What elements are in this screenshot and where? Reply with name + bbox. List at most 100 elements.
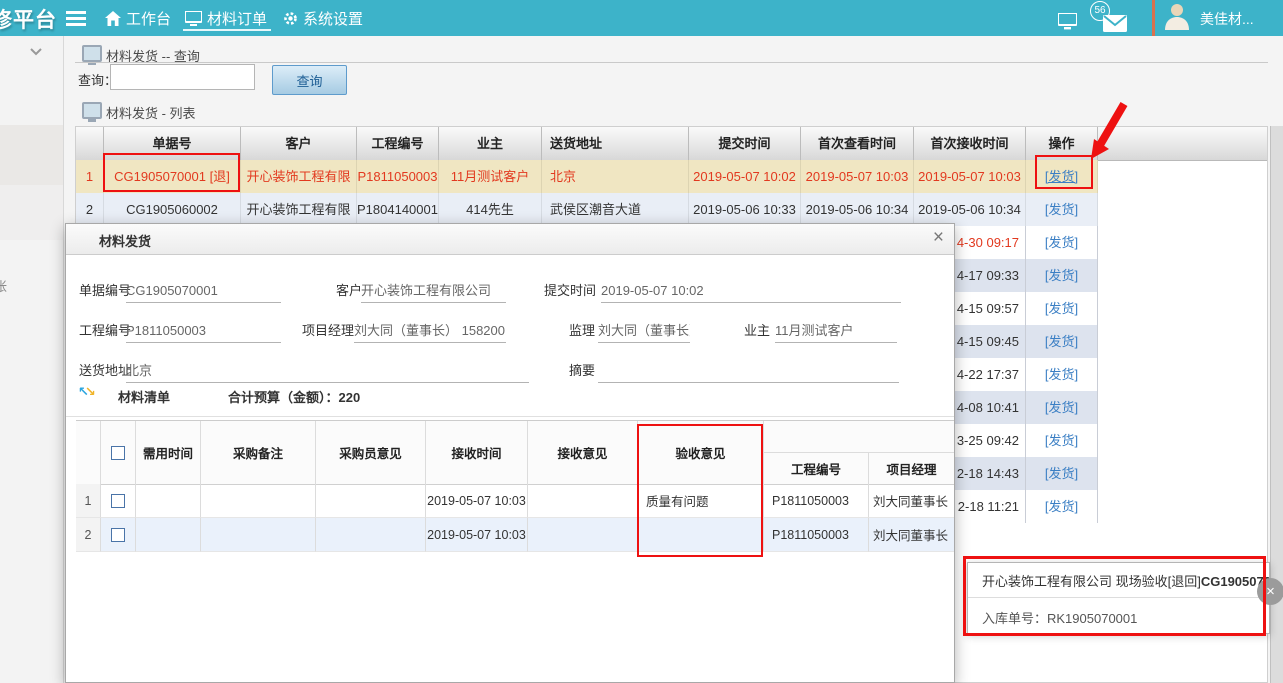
project-manager-field[interactable]: 刘大同（董事长） 1582001 [354,319,506,343]
avatar[interactable] [1162,3,1192,27]
chevron-down-icon[interactable] [30,48,42,56]
budget-total-label: 合计预算（金额）：220 [228,387,360,406]
dialog-titlebar[interactable]: 材料发货 × [66,224,954,255]
owner-cell: 414先生 [439,193,542,226]
order-no-field[interactable]: CG1905070001 [126,279,281,303]
ship-link[interactable]: [发货] [1045,301,1078,316]
supervisor-field[interactable]: 刘大同（董事长） 158 [598,319,690,343]
receive-opinion-cell [528,518,638,552]
toast-close-icon[interactable]: × [1257,578,1283,605]
project-manager-cell: 刘大同董事长 [869,484,954,518]
detail-row[interactable]: 1 2019-05-07 10:03 质量有问题 P1811050003 刘大同… [76,484,954,518]
submit-time-label: 提交时间 [544,279,596,303]
col-header-first-view-time[interactable]: 首次查看时间 [801,127,914,160]
app-window: 修平台 工作台 材料订单 系统设置 [0,0,1283,683]
nav-item-material-orders[interactable]: 材料订单 [185,6,267,30]
ship-link[interactable]: [发货] [1045,169,1078,184]
col-header-group: 工程编号 项目经理 [764,421,954,484]
nav-item-label: 材料订单 [207,8,267,29]
detail-header-row: 需用时间 采购备注 采购员意见 接收时间 接收意见 验收意见 工程编号 项目经理 [76,421,954,485]
detail-row[interactable]: 2 2019-05-07 10:03 P1811050003 刘大同董事长 [76,518,954,552]
sidebar-item-truncated[interactable]: 帐 [0,276,7,295]
section-divider [75,62,1268,63]
ship-link[interactable]: [发货] [1045,433,1078,448]
project-no-label: 工程编号 [79,319,131,343]
col-header-acceptance-opinion[interactable]: 验收意见 [638,421,764,484]
table-row[interactable]: 1 CG1905070001 [退] 开心装饰工程有限 P1811050003 … [76,160,1098,193]
address-cell: 武侯区潮音大道 [542,193,689,226]
summary-field[interactable] [598,359,899,383]
order-no-cell: CG1905060002 [104,193,241,226]
hamburger-icon [66,10,86,26]
gear-icon [283,11,298,26]
row-index: 2 [76,518,101,552]
desktop-button[interactable] [1058,9,1077,33]
row-checkbox[interactable] [111,528,125,542]
home-icon [105,11,121,26]
col-header-need-time[interactable]: 需用时间 [136,421,201,484]
col-header-project-no[interactable]: 工程编号 [357,127,439,160]
col-header-owner[interactable]: 业主 [439,127,542,160]
summary-label: 摘要 [569,359,595,383]
submit-time-cell: 2019-05-06 10:33 [689,193,801,226]
row-index: 1 [76,484,101,518]
col-header-select [101,421,136,484]
col-header-submit-time[interactable]: 提交时间 [689,127,801,160]
col-header-purchaser-opinion[interactable]: 采购员意见 [316,421,426,484]
col-header-project-no[interactable]: 工程编号 [764,453,869,484]
address-cell: 北京 [542,160,689,193]
col-header-filler [1098,127,1267,160]
username-label[interactable]: 美佳材... [1200,9,1254,29]
address-label: 送货地址 [79,359,131,383]
purchaser-opinion-cell [316,484,426,518]
col-header-project-manager[interactable]: 项目经理 [869,453,954,484]
ship-link[interactable]: [发货] [1045,367,1078,382]
ship-link[interactable]: [发货] [1045,268,1078,283]
monitor-icon [82,102,102,119]
col-header-address[interactable]: 送货地址 [542,127,689,160]
query-button[interactable]: 查询 [272,65,347,95]
ship-link[interactable]: [发货] [1045,202,1078,217]
active-tab-underline [183,29,271,31]
customer-label: 客户 [336,279,362,303]
ship-link[interactable]: [发货] [1045,235,1078,250]
notification-toast[interactable]: 开心装饰工程有限公司 现场验收[退回]CG1905070001 入库单号：RK1… [967,562,1270,634]
hamburger-menu-button[interactable] [66,6,86,30]
ship-link[interactable]: [发货] [1045,400,1078,415]
project-no-field[interactable]: P1811050003 [126,319,281,343]
owner-field[interactable]: 11月测试客户 [775,319,897,343]
purchase-note-cell [201,484,316,518]
owner-label: 业主 [744,319,770,343]
ship-link[interactable]: [发货] [1045,334,1078,349]
col-header-customer[interactable]: 客户 [241,127,357,160]
close-icon[interactable]: × [933,227,944,249]
col-header-receive-time[interactable]: 接收时间 [426,421,528,484]
monitor-icon [1058,13,1077,30]
ship-link[interactable]: [发货] [1045,499,1078,514]
table-row[interactable]: 2 CG1905060002 开心装饰工程有限 P1804140001 414先… [76,193,1098,226]
project-no-cell: P1811050003 [764,518,869,552]
row-checkbox[interactable] [111,494,125,508]
col-header-receive-opinion[interactable]: 接收意见 [528,421,638,484]
col-header-first-receive-time[interactable]: 首次接收时间 [914,127,1026,160]
expand-icon[interactable]: ↖↘ [78,384,92,400]
col-header-action[interactable]: 操作 [1026,127,1098,160]
address-field[interactable]: 北京 [126,359,529,383]
group-header-blank [764,421,954,453]
first-view-time-cell: 2019-05-07 10:03 [801,160,914,193]
nav-item-workbench[interactable]: 工作台 [105,6,171,30]
col-header-purchase-note[interactable]: 采购备注 [201,421,316,484]
first-receive-time-cell: 2019-05-06 10:34 [914,193,1026,226]
ship-link[interactable]: [发货] [1045,466,1078,481]
divider [66,416,954,417]
customer-field[interactable]: 开心装饰工程有限公司 [361,279,506,303]
select-all-checkbox[interactable] [111,446,125,460]
first-view-time-cell: 2019-05-06 10:34 [801,193,914,226]
first-receive-time-cell: 2019-05-07 10:03 [914,160,1026,193]
col-header-order-no[interactable]: 单据号 [104,127,241,160]
nav-item-system-settings[interactable]: 系统设置 [283,6,363,30]
submit-time-field[interactable]: 2019-05-07 10:02 [601,279,901,303]
query-input[interactable] [110,64,255,90]
project-no-cell: P1804140001 [357,193,439,226]
messages-button[interactable] [1103,11,1127,35]
